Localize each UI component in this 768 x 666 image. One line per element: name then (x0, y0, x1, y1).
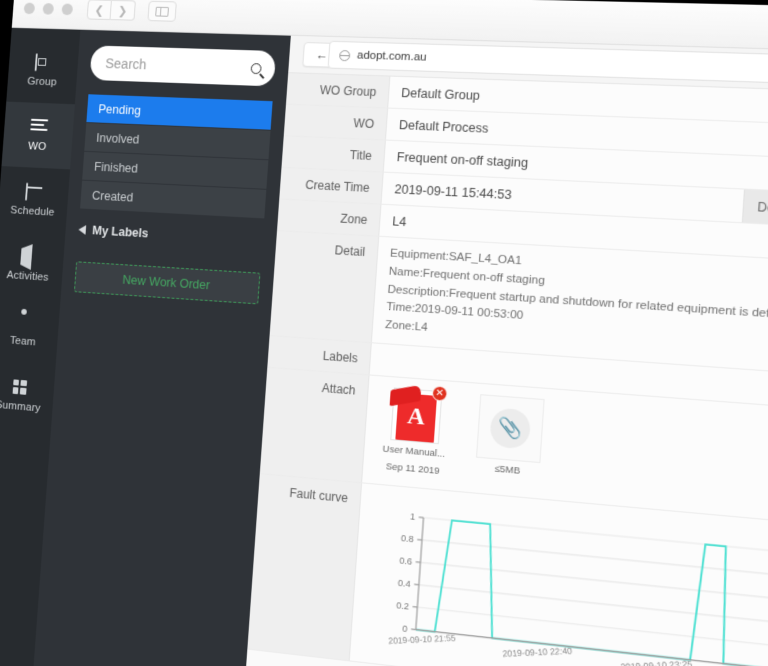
rail-label-summary: Summary (0, 398, 42, 414)
globe-icon (338, 49, 351, 61)
svg-text:2019-09-10 23:25: 2019-09-10 23:25 (620, 659, 693, 666)
search-box[interactable] (89, 45, 277, 87)
rail-item-team[interactable]: Team (0, 295, 60, 365)
filter-list: Pending Involved Finished Created (80, 94, 273, 219)
grid-icon (10, 378, 28, 396)
svg-text:2019-09-10 22:40: 2019-09-10 22:40 (502, 646, 573, 659)
browser-forward-icon[interactable]: ❯ (110, 0, 136, 21)
search-icon[interactable] (250, 62, 262, 74)
attachment-item[interactable]: A ✕ User Manual... Sep 11 2019 (375, 384, 456, 480)
new-work-order-button[interactable]: New Work Order (73, 261, 261, 305)
upload-size-hint: ≤5MB (494, 463, 521, 477)
list-icon (29, 118, 48, 135)
sidebar-toggle-icon[interactable] (147, 0, 177, 22)
my-labels-section[interactable]: My Labels (78, 223, 263, 247)
label-create-time: Create Time (279, 167, 384, 204)
svg-text:0: 0 (402, 623, 408, 634)
close-icon[interactable]: ✕ (431, 385, 448, 402)
label-attach: Attach (259, 367, 370, 483)
url-text: adopt.com.au (356, 49, 427, 64)
svg-text:0.6: 0.6 (399, 555, 413, 567)
rail-item-wo[interactable]: WO (1, 101, 75, 170)
svg-text:0.2: 0.2 (396, 599, 410, 611)
pdf-icon: A ✕ (389, 384, 448, 445)
browser-back-icon[interactable]: ❮ (86, 0, 112, 21)
rail-label-schedule: Schedule (10, 204, 55, 219)
work-order-form: WO Group Default Group WO Default Proces… (243, 73, 768, 666)
people-icon (15, 313, 33, 330)
my-labels-label: My Labels (91, 223, 149, 241)
arrow-left-icon: ← (315, 47, 329, 63)
close-window-button[interactable] (23, 2, 36, 14)
label-title: Title (281, 136, 386, 172)
chart-gridlines (416, 517, 768, 666)
rail-label-team: Team (9, 334, 37, 348)
label-fault-curve: Fault curve (247, 473, 363, 661)
svg-text:0.4: 0.4 (397, 577, 411, 589)
paperclip-icon: 📎 (489, 407, 532, 450)
calendar-icon (24, 182, 43, 201)
tag-icon (78, 224, 87, 235)
search-input[interactable] (102, 54, 252, 77)
label-wo: WO (283, 104, 389, 140)
attachment-name: User Manual... (382, 443, 446, 461)
traffic-lights (23, 2, 74, 15)
label-detail: Detail (269, 231, 380, 343)
upload-dropzone[interactable]: 📎 (475, 394, 545, 464)
browser-window: ❮ ❯ adopt.com.au Group WO Schedule Activ… (0, 0, 768, 666)
attachment-upload-button[interactable]: 📎 ≤5MB (468, 394, 551, 488)
screenshot-stage: ❮ ❯ adopt.com.au Group WO Schedule Activ… (0, 0, 768, 666)
zoom-window-button[interactable] (61, 3, 74, 15)
svg-text:2019-09-10 21:55: 2019-09-10 21:55 (388, 633, 457, 646)
label-deadline: Deadline (742, 189, 768, 227)
rail-label-activities: Activities (6, 268, 50, 284)
rail-item-summary[interactable]: Summary (0, 360, 56, 431)
minimize-window-button[interactable] (42, 2, 55, 15)
svg-text:0.8: 0.8 (401, 532, 415, 544)
chart-x-axis: 2019-09-10 21:55 2019-09-10 22:40 2019-09-… (388, 633, 693, 666)
attachment-list: A ✕ User Manual... Sep 11 2019 📎 ≤5MB (375, 384, 551, 489)
rail-item-activities[interactable]: Activities (0, 231, 65, 300)
app-body: Group WO Schedule Activities Team Summar… (0, 27, 768, 666)
rail-item-schedule[interactable]: Schedule (0, 166, 70, 235)
megaphone-icon (19, 243, 38, 270)
content-area: ← Back WO Group / WO ⎙ ⎘ WO Gr (243, 35, 768, 666)
folder-icon (34, 52, 52, 71)
rail-item-group[interactable]: Group (6, 37, 79, 104)
label-zone: Zone (277, 199, 382, 236)
rail-label-wo: WO (27, 140, 47, 153)
label-wo-group: WO Group (286, 73, 391, 108)
rail-label-group: Group (26, 75, 58, 88)
svg-text:1: 1 (410, 511, 416, 522)
attachment-date: Sep 11 2019 (385, 460, 440, 477)
